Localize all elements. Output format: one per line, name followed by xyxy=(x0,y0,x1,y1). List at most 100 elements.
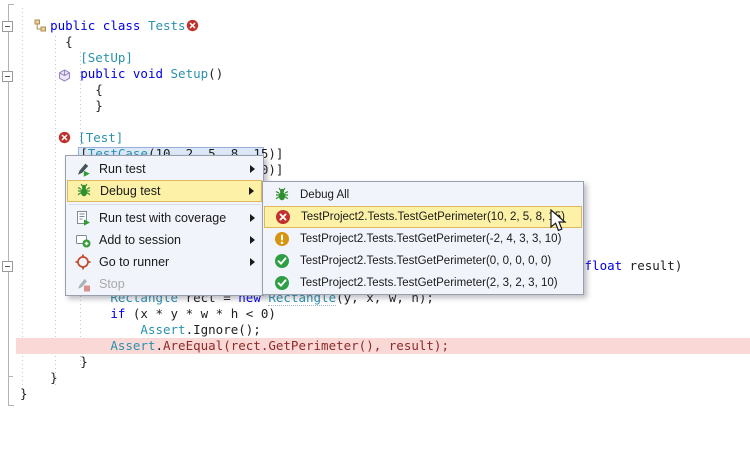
code-token xyxy=(20,18,50,33)
code-token xyxy=(20,338,110,353)
code-token: } xyxy=(20,386,28,401)
menu-item-label: Stop xyxy=(99,277,248,291)
debug-test-submenu: Debug All TestProject2.Tests.TestGetPerim… xyxy=(262,181,584,295)
code-token xyxy=(20,50,80,65)
code-token: [Test] xyxy=(78,130,123,145)
passed-icon xyxy=(264,253,300,269)
menu-item-label: Debug All xyxy=(300,189,568,201)
code-token: public void xyxy=(80,66,170,81)
error-icon xyxy=(186,19,199,32)
code-token: .Ignore(); xyxy=(186,322,261,337)
fold-rail-mid-tick xyxy=(8,376,13,377)
code-token: float xyxy=(585,258,623,273)
bug-icon xyxy=(68,183,100,199)
code-token: Assert xyxy=(110,338,155,353)
submenu-item-testproject2-tests-testgetperimeter-0-0-0-0-0[interactable]: TestProject2.Tests.TestGetPerimeter(0, 0… xyxy=(264,250,582,272)
code-token: () xyxy=(208,66,223,81)
code-token xyxy=(20,306,110,321)
code-token xyxy=(20,34,65,49)
target-icon xyxy=(67,254,99,270)
run-icon xyxy=(67,161,99,177)
code-token: { xyxy=(65,34,73,49)
error-icon xyxy=(265,209,301,225)
submenu-item-debug-all[interactable]: Debug All xyxy=(264,184,582,206)
code-editor-screen: public class Tests { [SetUp] public void… xyxy=(0,0,750,476)
code-token xyxy=(20,130,58,145)
code-line[interactable]: if (x * y * w * h < 0) xyxy=(20,306,682,322)
code-line[interactable] xyxy=(20,114,682,130)
code-token: { xyxy=(95,82,103,97)
submenu-item-testproject2-tests-testgetperimeter-10-2-5-8-15[interactable]: TestProject2.Tests.TestGetPerimeter(10, … xyxy=(264,206,582,228)
fold-marker-setup-method[interactable] xyxy=(2,71,13,82)
fold-rail-top-tick xyxy=(8,4,14,5)
submenu-arrow-icon xyxy=(248,236,262,244)
bug-icon xyxy=(264,187,300,203)
coverage-icon xyxy=(67,210,99,226)
code-line[interactable]: { xyxy=(20,34,682,50)
code-line[interactable]: Assert.AreEqual(rect.GetPerimeter(), res… xyxy=(20,338,682,354)
code-line[interactable]: } xyxy=(20,98,682,114)
fold-marker-class[interactable] xyxy=(2,21,13,32)
code-token: } xyxy=(50,370,58,385)
code-token: Setup xyxy=(171,66,209,81)
code-token xyxy=(20,82,95,97)
warning-icon xyxy=(264,231,300,247)
menu-item-label: Debug test xyxy=(100,184,247,198)
code-line[interactable]: { xyxy=(20,82,682,98)
code-token: public class xyxy=(50,18,148,33)
test-context-menu: Run test Debug test Run test with coverage… xyxy=(65,155,264,296)
code-line[interactable]: } xyxy=(20,386,682,402)
code-token xyxy=(20,370,50,385)
menu-item-label: TestProject2.Tests.TestGetPerimeter(-2, … xyxy=(300,233,568,245)
fold-rail-bottom-tick xyxy=(8,405,14,406)
stop-icon xyxy=(67,276,99,292)
code-line[interactable]: public class Tests xyxy=(20,18,682,34)
code-token xyxy=(20,66,80,81)
code-line[interactable]: [Test] xyxy=(20,130,682,146)
mouse-cursor xyxy=(549,209,569,238)
code-line[interactable]: Assert.Ignore(); xyxy=(20,322,682,338)
menu-item-label: TestProject2.Tests.TestGetPerimeter(0, 0… xyxy=(300,255,568,267)
menu-item-label: Add to session xyxy=(99,233,248,247)
fold-marker-test-method[interactable] xyxy=(2,261,13,272)
submenu-item-testproject2-tests-testgetperimeter-2-4-3-3-10[interactable]: TestProject2.Tests.TestGetPerimeter(-2, … xyxy=(264,228,582,250)
menu-item-stop: Stop xyxy=(67,273,262,295)
menu-item-run-test[interactable]: Run test xyxy=(67,158,262,180)
menu-item-label: Go to runner xyxy=(99,255,248,269)
menu-item-label: Run test xyxy=(99,162,248,176)
menu-item-label: Run test with coverage xyxy=(99,211,248,225)
code-line[interactable]: } xyxy=(20,370,682,386)
code-token: } xyxy=(95,98,103,113)
code-token xyxy=(20,98,95,113)
menu-item-run-test-with-coverage[interactable]: Run test with coverage xyxy=(67,207,262,229)
code-line[interactable]: public void Setup() xyxy=(20,66,682,82)
menu-item-add-to-session[interactable]: Add to session xyxy=(67,229,262,251)
code-token: result) xyxy=(622,258,682,273)
menu-separator xyxy=(69,204,260,205)
code-token: Assert xyxy=(140,322,185,337)
code-token: if xyxy=(110,306,133,321)
submenu-arrow-icon xyxy=(248,258,262,266)
passed-icon xyxy=(264,275,300,291)
code-token: Tests xyxy=(148,18,186,33)
submenu-arrow-icon xyxy=(248,214,262,222)
code-line[interactable]: [SetUp] xyxy=(20,50,682,66)
add-icon xyxy=(67,232,99,248)
fold-rail xyxy=(8,4,9,406)
code-token: (x * y * w * h < 0) xyxy=(133,306,276,321)
code-token xyxy=(20,322,140,337)
code-line[interactable]: } xyxy=(20,354,682,370)
submenu-item-testproject2-tests-testgetperimeter-2-3-2-3-10[interactable]: TestProject2.Tests.TestGetPerimeter(2, 3… xyxy=(264,272,582,294)
code-token: . xyxy=(155,338,163,353)
code-token: AreEqual(rect.GetPerimeter(), result); xyxy=(163,338,449,353)
submenu-arrow-icon xyxy=(247,187,261,195)
error-icon xyxy=(58,131,71,144)
submenu-arrow-icon xyxy=(248,165,262,173)
code-token: } xyxy=(80,354,88,369)
code-token xyxy=(20,354,80,369)
code-token: [SetUp] xyxy=(80,50,133,65)
menu-item-debug-test[interactable]: Debug test xyxy=(67,180,262,202)
menu-item-label: TestProject2.Tests.TestGetPerimeter(10, … xyxy=(301,211,567,223)
menu-item-go-to-runner[interactable]: Go to runner xyxy=(67,251,262,273)
menu-item-label: TestProject2.Tests.TestGetPerimeter(2, 3… xyxy=(300,277,568,289)
